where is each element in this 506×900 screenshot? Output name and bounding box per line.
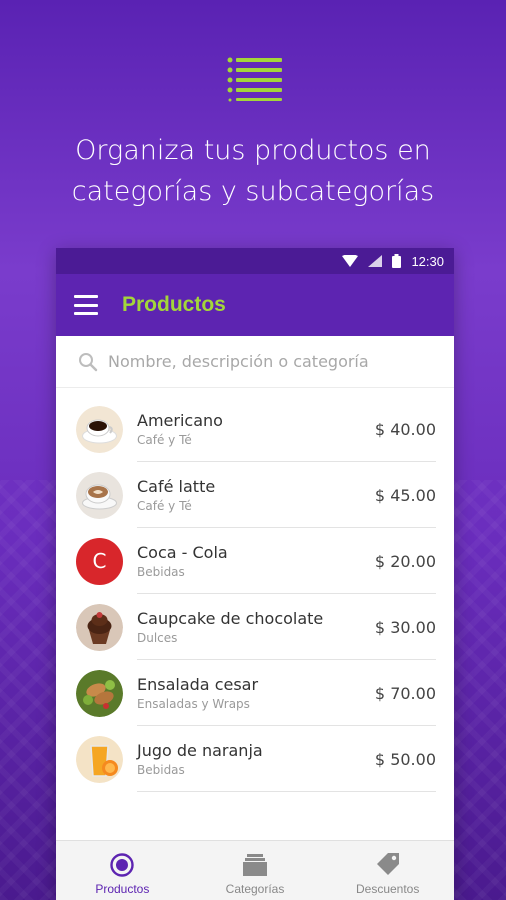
latte-cup-image [76,471,123,519]
coffee-cup-image [76,405,123,453]
product-price: $ 20.00 [374,551,436,571]
stack-icon [243,854,267,876]
product-price: $ 45.00 [374,485,436,505]
hamburger-menu-icon[interactable] [74,295,98,315]
product-category: Café y Té [137,499,192,513]
product-name: Americano [137,411,223,430]
product-category: Dulces [137,631,178,645]
product-price: $ 70.00 [374,683,436,703]
product-row-ensalada-cesar[interactable]: Ensalada cesar Ensaladas y Wraps $ 70.00 [56,660,454,726]
orange-juice-image [76,735,123,783]
product-name: Jugo de naranja [137,741,263,760]
search-input[interactable] [108,352,408,371]
phone-screen: 12:30 Productos Americano [56,248,454,900]
product-price: $ 40.00 [374,419,436,439]
product-name: Ensalada cesar [137,675,259,694]
product-category: Bebidas [137,763,185,777]
product-name: Coca - Cola [137,543,228,562]
status-bar: 12:30 [56,248,454,274]
product-price: $ 30.00 [374,617,436,637]
hero-title-line-2: categorías y subcategorías [71,176,435,207]
nav-tab-productos[interactable]: Productos [56,841,189,900]
product-category: Ensaladas y Wraps [137,697,250,711]
product-row-cupcake[interactable]: Caupcake de chocolate Dulces $ 30.00 [56,594,454,660]
letter-avatar: C [76,537,123,585]
product-row-coca-cola[interactable]: C Coca - Cola Bebidas $ 20.00 [56,528,454,594]
product-name: Caupcake de chocolate [137,609,324,628]
nav-label: Descuentos [355,882,420,896]
product-row-cafe-latte[interactable]: Café latte Café y Té $ 45.00 [56,462,454,528]
app-bar: Productos [56,274,454,336]
wifi-icon [342,255,359,267]
tag-icon [376,853,399,875]
nav-label: Productos [95,882,150,896]
hero-title: Organiza tus productos en categorías y s… [0,130,506,212]
hero-title-line-1: Organiza tus productos en [75,135,431,166]
product-category: Bebidas [137,565,185,579]
nav-tab-descuentos[interactable]: Descuentos [321,841,454,900]
app-title: Productos [122,293,226,316]
nav-label: Categorías [225,882,285,896]
cupcake-image [76,603,123,651]
product-category: Café y Té [137,433,192,447]
product-row-jugo-naranja[interactable]: Jugo de naranja Bebidas $ 50.00 [56,726,454,792]
battery-icon [392,254,402,268]
salad-image [76,669,123,717]
product-name: Café latte [137,477,216,496]
search-bar [56,336,454,388]
list-icon [227,57,282,102]
signal-icon [368,255,383,267]
nav-tab-categorias[interactable]: Categorías [189,841,322,900]
status-time: 12:30 [411,253,444,269]
product-row-americano[interactable]: Americano Café y Té $ 40.00 [56,396,454,462]
bottom-navigation: Productos Categorías Descuentos [56,840,454,900]
search-icon [79,352,98,371]
product-price: $ 50.00 [374,749,436,769]
circle-target-icon [110,853,135,877]
product-list: Americano Café y Té $ 40.00 Café latte C… [56,388,454,792]
